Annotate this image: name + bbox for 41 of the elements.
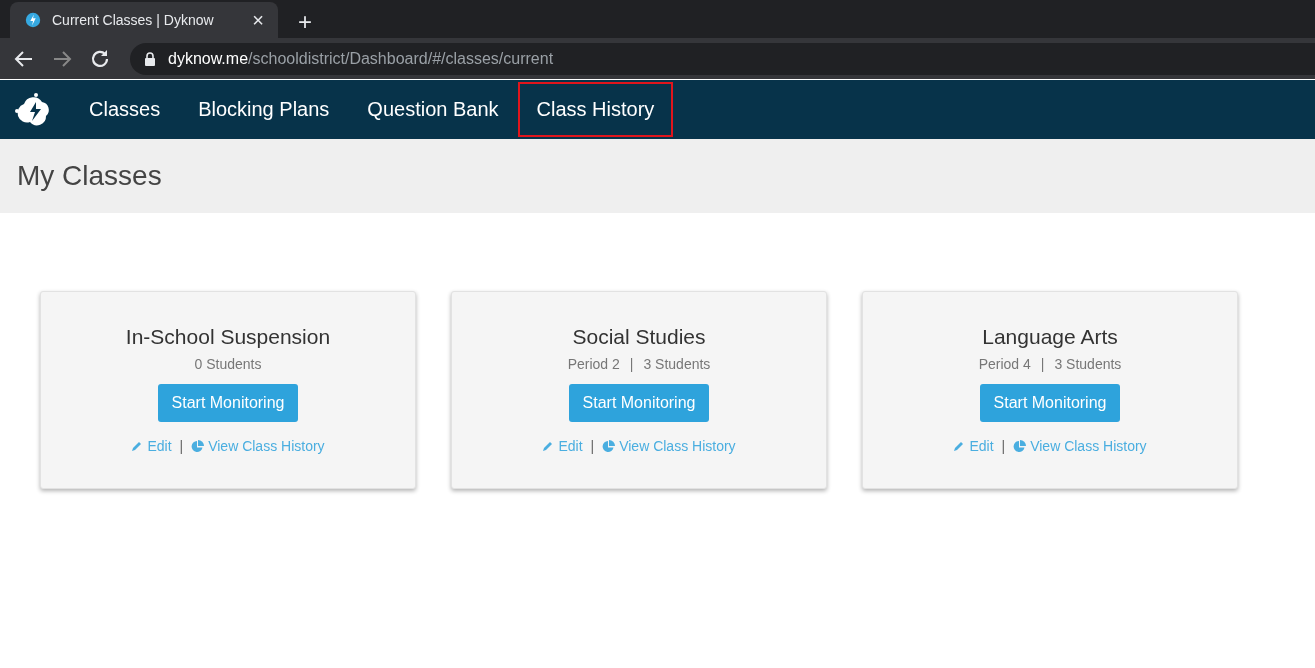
start-monitoring-button[interactable]: Start Monitoring — [979, 384, 1121, 422]
edit-link[interactable]: Edit — [131, 438, 172, 454]
student-count: 3 Students — [1054, 356, 1122, 372]
close-tab-button[interactable]: × — [248, 10, 268, 30]
nav-link[interactable]: Class History — [517, 82, 674, 137]
start-monitoring-button[interactable]: Start Monitoring — [568, 384, 710, 422]
separator-text: | — [629, 356, 634, 372]
view-class-history-link[interactable]: View Class History — [1013, 438, 1147, 454]
pie-chart-icon — [1013, 439, 1027, 453]
app-logo-icon — [24, 11, 42, 29]
class-name: In-School Suspension — [125, 325, 331, 349]
separator-text: | — [1001, 438, 1006, 454]
pencil-icon — [542, 440, 555, 452]
tab-title: Current Classes | Dyknow — [52, 12, 215, 28]
class-period: Period 4 — [978, 356, 1031, 372]
student-count: 0 Students — [194, 356, 262, 372]
start-monitoring-button[interactable]: Start Monitoring — [157, 384, 299, 422]
nav-link[interactable]: Question Bank — [348, 82, 518, 137]
lock-icon — [144, 51, 156, 66]
url-text: dyknow.me/schooldistrict/Dashboard/#/classes/current — [168, 49, 554, 68]
nav-link[interactable]: Blocking Plans — [179, 82, 349, 137]
pie-chart-icon — [602, 439, 616, 453]
separator-text: | — [1040, 356, 1045, 372]
view-class-history-link[interactable]: View Class History — [191, 438, 325, 454]
class-period: Period 2 — [567, 356, 620, 372]
nav-link[interactable]: Classes — [70, 82, 180, 137]
class-name: Language Arts — [982, 325, 1118, 349]
browser-tab[interactable]: Current Classes | Dyknow × — [10, 2, 278, 38]
edit-link[interactable]: Edit — [542, 438, 583, 454]
class-name: Social Studies — [572, 325, 706, 349]
page-title: My Classes — [17, 160, 162, 192]
view-class-history-link[interactable]: View Class History — [602, 438, 736, 454]
pie-chart-icon — [191, 439, 205, 453]
separator-text: | — [179, 438, 184, 454]
separator-text: | — [590, 438, 595, 454]
pencil-icon — [131, 440, 144, 452]
edit-link[interactable]: Edit — [953, 438, 994, 454]
student-count: 3 Students — [643, 356, 711, 372]
pencil-icon — [953, 440, 966, 452]
address-bar[interactable]: dyknow.me/schooldistrict/Dashboard/#/classes/current — [130, 42, 1315, 75]
new-tab-button[interactable]: + — [294, 10, 316, 34]
